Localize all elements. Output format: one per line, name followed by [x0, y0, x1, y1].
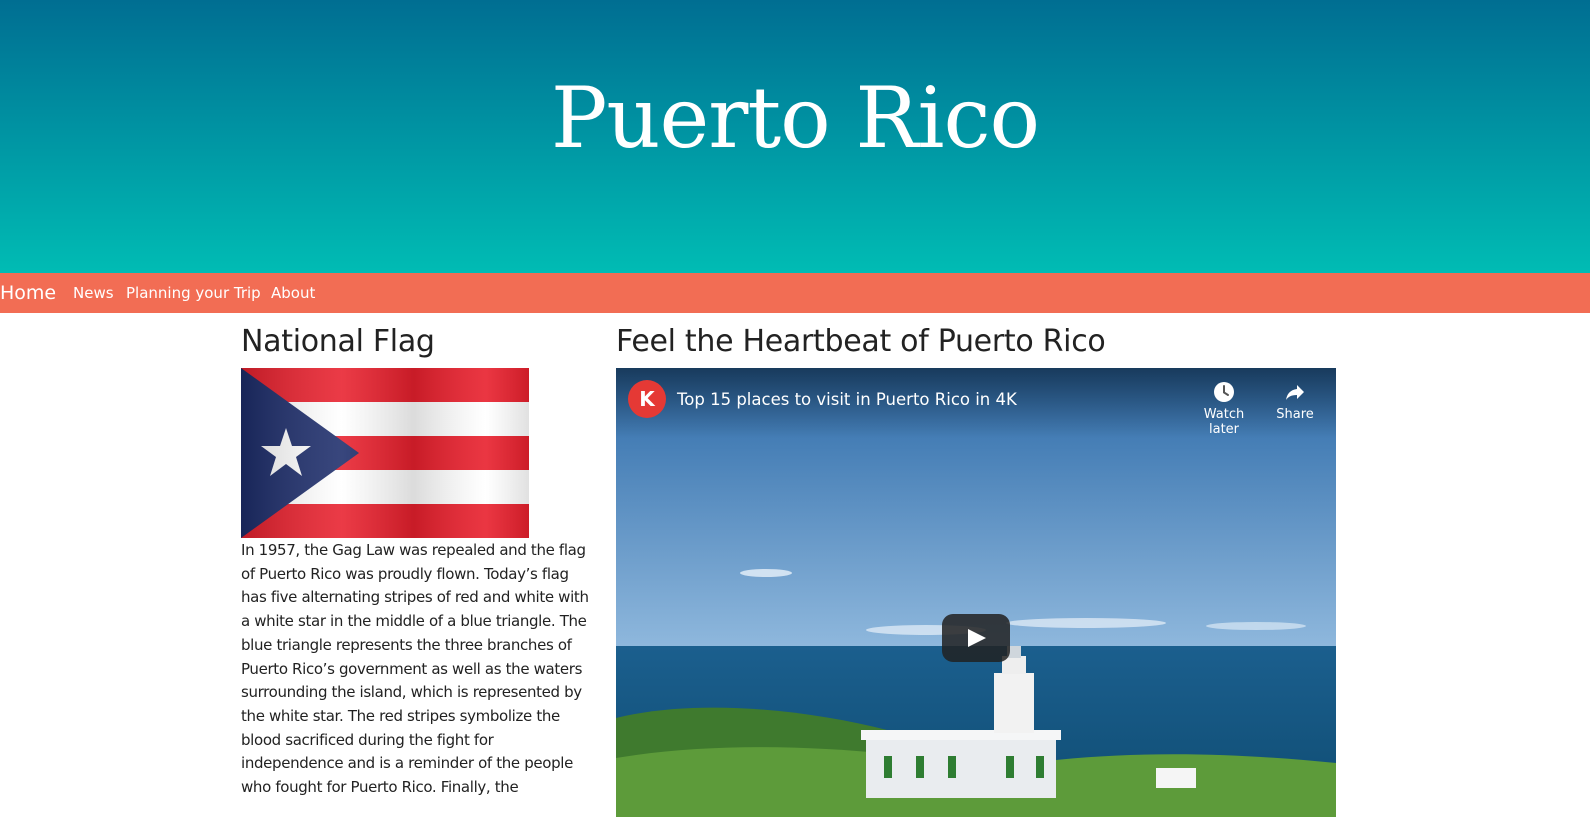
- main-navbar: Home News Planning your Trip About: [0, 273, 1590, 313]
- nav-planning-link[interactable]: Planning your Trip: [126, 273, 261, 313]
- flag-description-text: In 1957, the Gag Law was repealed and th…: [241, 541, 589, 797]
- video-heading: Feel the Heartbeat of Puerto Rico: [616, 324, 1106, 359]
- channel-logo[interactable]: K: [628, 380, 666, 418]
- nav-news-link[interactable]: News: [73, 273, 114, 313]
- national-flag-heading: National Flag: [241, 324, 435, 359]
- share-label: Share: [1276, 407, 1314, 422]
- play-button[interactable]: [942, 614, 1010, 662]
- video-section: Feel the Heartbeat of Puerto Rico K Top …: [616, 322, 1336, 817]
- watch-later-label: Watch later: [1203, 407, 1245, 437]
- puerto-rico-flag-image: [241, 368, 529, 538]
- site-title: Puerto Rico: [550, 69, 1040, 167]
- video-title-link[interactable]: Top 15 places to visit in Puerto Rico in…: [677, 388, 1017, 412]
- nav-about-link[interactable]: About: [271, 273, 315, 313]
- clock-icon: [1214, 382, 1234, 402]
- play-icon: [968, 629, 986, 647]
- nav-home-link[interactable]: Home: [0, 273, 56, 313]
- national-flag-section: National Flag In 1957, the Gag Law was r…: [241, 322, 591, 796]
- share-button[interactable]: Share: [1272, 380, 1318, 422]
- embedded-video-player[interactable]: K Top 15 places to visit in Puerto Rico …: [616, 368, 1336, 817]
- watch-later-button[interactable]: Watch later: [1187, 380, 1261, 437]
- share-arrow-icon: [1286, 385, 1304, 400]
- site-header: Puerto Rico: [0, 0, 1590, 273]
